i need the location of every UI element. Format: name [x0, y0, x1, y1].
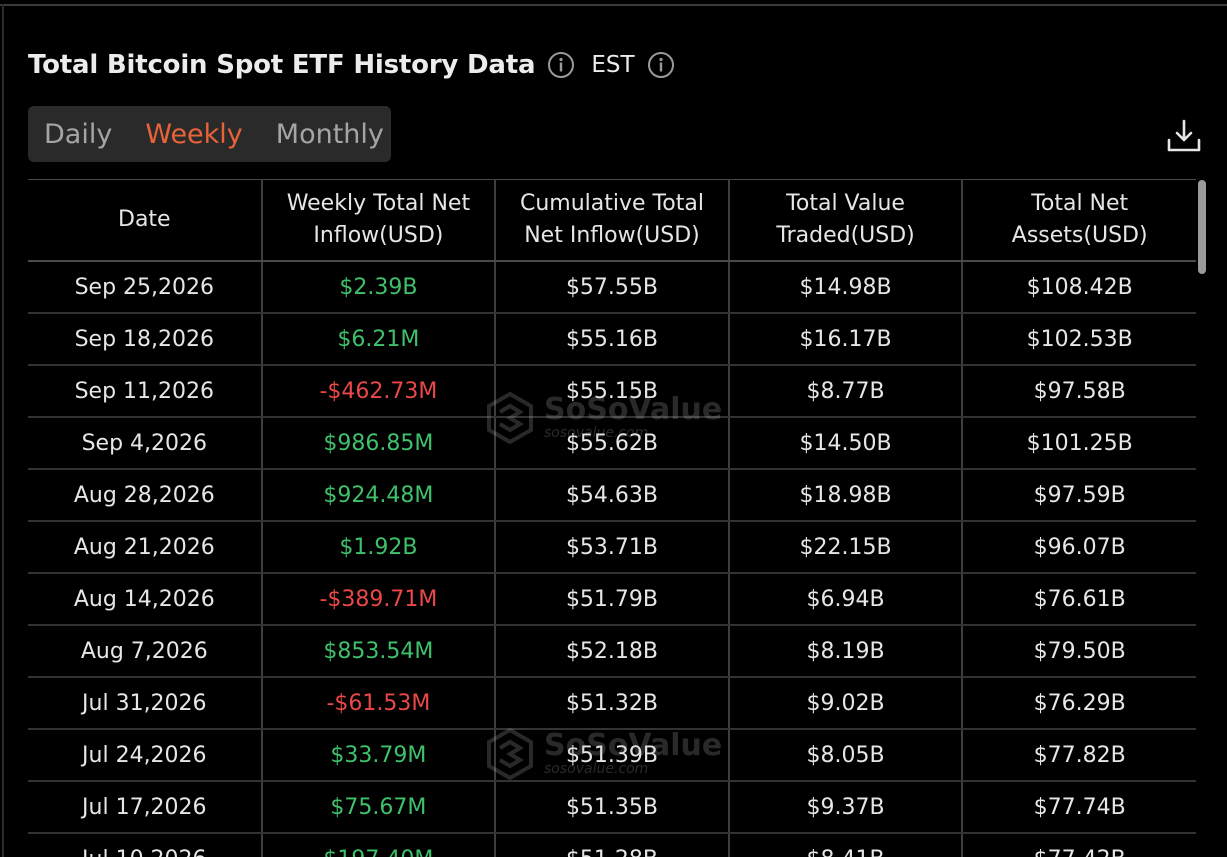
cell-net-assets: $77.74B [962, 781, 1196, 834]
cell-cumulative-inflow: $55.16B [495, 313, 730, 366]
column-header-date[interactable]: Date [28, 179, 263, 262]
cell-value-traded: $8.19B [728, 625, 964, 678]
download-icon [1167, 119, 1201, 152]
history-table-container[interactable]: Date Weekly Total Net Inflow(USD) Cumula… [28, 179, 1196, 857]
timezone-info-icon[interactable] [647, 51, 675, 79]
cell-value-traded: $9.02B [728, 677, 964, 730]
table-row[interactable]: Aug 14,2026 -$389.71M $51.79B $6.94B $76.61B [28, 573, 1196, 626]
cell-cumulative-inflow: $51.39B [495, 729, 730, 782]
table-header-row: Date Weekly Total Net Inflow(USD) Cumula… [28, 179, 1196, 262]
cell-net-assets: $102.53B [962, 313, 1196, 366]
table-row[interactable]: Sep 11,2026 -$462.73M $55.15B $8.77B $97.58B [28, 365, 1196, 418]
cell-net-assets: $77.82B [962, 729, 1196, 782]
cell-value-traded: $14.98B [728, 261, 964, 314]
cell-cumulative-inflow: $55.15B [495, 365, 730, 418]
table-scrollbar-track[interactable] [1196, 179, 1208, 857]
cell-value-traded: $22.15B [728, 521, 964, 574]
cell-net-assets: $97.58B [962, 365, 1196, 418]
cell-net-assets: $101.25B [962, 417, 1196, 470]
page-title: Total Bitcoin Spot ETF History Data [28, 50, 536, 80]
cell-cumulative-inflow: $51.35B [495, 781, 730, 834]
column-header-weekly-inflow[interactable]: Weekly Total Net Inflow(USD) [261, 179, 497, 262]
cell-value-traded: $8.77B [728, 365, 964, 418]
tab-monthly[interactable]: Monthly [260, 119, 384, 150]
table-scrollbar-thumb[interactable] [1198, 180, 1206, 274]
cell-net-assets: $76.61B [962, 573, 1196, 626]
cell-net-assets: $97.59B [962, 469, 1196, 522]
cell-date: Aug 14,2026 [28, 573, 263, 626]
cell-cumulative-inflow: $52.18B [495, 625, 730, 678]
panel-left-border [2, 4, 4, 857]
table-row[interactable]: Sep 4,2026 $986.85M $55.62B $14.50B $101.25B [28, 417, 1196, 470]
cell-date: Sep 18,2026 [28, 313, 263, 366]
table-row[interactable]: Sep 18,2026 $6.21M $55.16B $16.17B $102.53B [28, 313, 1196, 366]
cell-cumulative-inflow: $51.32B [495, 677, 730, 730]
cell-cumulative-inflow: $51.79B [495, 573, 730, 626]
cell-value-traded: $16.17B [728, 313, 964, 366]
cell-weekly-inflow: $1.92B [261, 521, 497, 574]
history-table: Date Weekly Total Net Inflow(USD) Cumula… [28, 179, 1196, 857]
window-top-border [0, 4, 1227, 6]
table-row[interactable]: Aug 21,2026 $1.92B $53.71B $22.15B $96.07B [28, 521, 1196, 574]
cell-value-traded: $18.98B [728, 469, 964, 522]
table-row[interactable]: Jul 10,2026$197.40M$51.28B$8.41B$77.42B [28, 833, 1196, 857]
cell-value-traded: $8.05B [728, 729, 964, 782]
tab-weekly[interactable]: Weekly [129, 119, 242, 150]
cell-weekly-inflow: $986.85M [261, 417, 497, 470]
cell-value-traded: $6.94B [728, 573, 964, 626]
cell-weekly-inflow: $197.40M [261, 833, 497, 857]
table-row[interactable]: Jul 31,2026 -$61.53M $51.32B $9.02B $76.29B [28, 677, 1196, 730]
cell-date: Jul 24,2026 [28, 729, 263, 782]
cell-date: Jul 31,2026 [28, 677, 263, 730]
cell-cumulative-inflow: $54.63B [495, 469, 730, 522]
table-row[interactable]: Jul 17,2026 $75.67M $51.35B $9.37B $77.74B [28, 781, 1196, 834]
cell-cumulative-inflow: $55.62B [495, 417, 730, 470]
cell-weekly-inflow: $853.54M [261, 625, 497, 678]
cell-weekly-inflow: -$389.71M [261, 573, 497, 626]
cell-net-assets: $76.29B [962, 677, 1196, 730]
tab-daily[interactable]: Daily [28, 119, 112, 150]
table-row[interactable]: Jul 24,2026 $33.79M $51.39B $8.05B $77.82B [28, 729, 1196, 782]
cell-weekly-inflow: -$61.53M [261, 677, 497, 730]
cell-date: Jul 17,2026 [28, 781, 263, 834]
cell-weekly-inflow: $924.48M [261, 469, 497, 522]
cell-date: Aug 21,2026 [28, 521, 263, 574]
cell-weekly-inflow: $2.39B [261, 261, 497, 314]
cell-net-assets: $96.07B [962, 521, 1196, 574]
cell-weekly-inflow: $6.21M [261, 313, 497, 366]
cell-cumulative-inflow: $57.55B [495, 261, 730, 314]
cell-date: Sep 4,2026 [28, 417, 263, 470]
cell-weekly-inflow: -$462.73M [261, 365, 497, 418]
column-header-cumulative-inflow[interactable]: Cumulative Total Net Inflow(USD) [495, 179, 730, 262]
table-body: Sep 25,2026 $2.39B $57.55B $14.98B $108.42B S… [28, 261, 1196, 857]
panel-header: Total Bitcoin Spot ETF History Data EST [28, 44, 675, 86]
period-tabs: Daily Weekly Monthly [28, 106, 391, 162]
table-row[interactable]: Aug 7,2026 $853.54M $52.18B $8.19B $79.50B [28, 625, 1196, 678]
cell-date: Aug 7,2026 [28, 625, 263, 678]
table-row[interactable]: Sep 25,2026 $2.39B $57.55B $14.98B $108.42B [28, 261, 1196, 314]
column-header-net-assets[interactable]: Total Net Assets(USD) [962, 179, 1196, 262]
cell-date: Sep 25,2026 [28, 261, 263, 314]
cell-value-traded: $9.37B [728, 781, 964, 834]
column-header-value-traded[interactable]: Total Value Traded(USD) [728, 179, 964, 262]
cell-cumulative-inflow: $53.71B [495, 521, 730, 574]
cell-value-traded: $14.50B [728, 417, 964, 470]
cell-date: Jul 10,2026 [28, 833, 263, 857]
cell-date: Aug 28,2026 [28, 469, 263, 522]
download-button[interactable] [1164, 116, 1204, 156]
cell-cumulative-inflow: $51.28B [495, 833, 730, 857]
cell-net-assets: $79.50B [962, 625, 1196, 678]
cell-date: Sep 11,2026 [28, 365, 263, 418]
cell-net-assets: $108.42B [962, 261, 1196, 314]
cell-value-traded: $8.41B [728, 833, 964, 857]
cell-weekly-inflow: $75.67M [261, 781, 497, 834]
info-icon[interactable] [547, 51, 575, 79]
cell-weekly-inflow: $33.79M [261, 729, 497, 782]
table-row[interactable]: Aug 28,2026 $924.48M $54.63B $18.98B $97.59B [28, 469, 1196, 522]
cell-net-assets: $77.42B [962, 833, 1196, 857]
timezone-label: EST [591, 52, 635, 78]
